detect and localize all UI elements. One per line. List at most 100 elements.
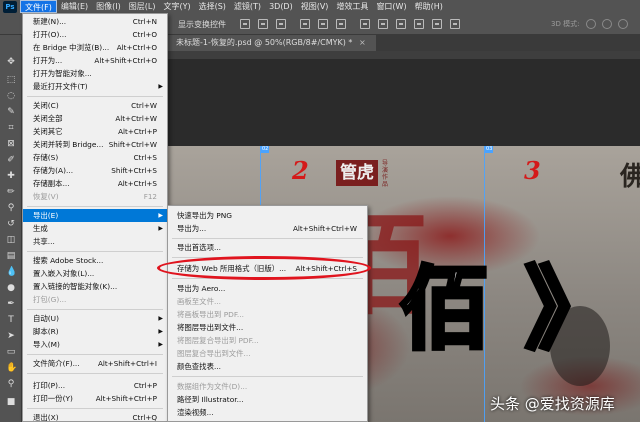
blur-tool-icon[interactable]: 💧 [6, 267, 17, 277]
color-swatches-icon[interactable]: ■ [6, 397, 16, 407]
distribute-right-icon[interactable] [450, 19, 460, 29]
submenu-arrow-icon: ▶ [158, 212, 163, 219]
path-select-tool-icon[interactable]: ➤ [6, 331, 16, 341]
gradient-tool-icon[interactable]: ▤ [6, 251, 16, 261]
guide-label: 03 [485, 146, 494, 153]
photoshop-logo-icon[interactable]: Ps [3, 0, 17, 13]
menu-item-paths-to-illustrator[interactable]: 路径到 Illustrator... [168, 393, 367, 406]
menu-item-export-aero[interactable]: 导出为 Aero... [168, 282, 367, 295]
eyedropper-tool-icon[interactable]: ✐ [6, 155, 16, 165]
distribute-center-icon[interactable] [432, 19, 442, 29]
menu-item-export-preferences[interactable]: 导出首选项... [168, 241, 367, 254]
watermark: 头条 @爱找资源库 [490, 395, 615, 413]
menu-item-print[interactable]: 打印(P)... Ctrl+P [23, 379, 167, 392]
menu-item-close-go-bridge[interactable]: 关闭并转到 Bridge... Shift+Ctrl+W [23, 138, 167, 151]
menu-item-open-smart-object[interactable]: 打开为智能对象... [23, 67, 167, 80]
show-transform-controls-label[interactable]: 显示变换控件 [178, 19, 226, 30]
quick-select-tool-icon[interactable]: ✎ [6, 107, 16, 117]
menu-item-artboards-to-pdf: 将画板导出到 PDF... [177, 310, 244, 319]
menu-item-quick-export-png[interactable]: 快速导出为 PNG [168, 209, 367, 222]
menu-item-export-as[interactable]: 导出为... Alt+Shift+Ctrl+W [168, 222, 367, 235]
menu-edit[interactable]: 编辑(E) [57, 0, 92, 13]
dodge-tool-icon[interactable]: ● [6, 283, 16, 293]
menu-item-recent-files[interactable]: 最近打开文件(T) ▶ [23, 80, 167, 93]
hand-tool-icon[interactable]: ✋ [6, 363, 17, 373]
menu-item-share[interactable]: 共享... [23, 235, 167, 248]
menu-type[interactable]: 文字(Y) [159, 0, 194, 13]
3d-pan-icon[interactable] [618, 19, 628, 29]
menu-item-import[interactable]: 导入(M) ▶ [23, 338, 167, 351]
eraser-tool-icon[interactable]: ◫ [6, 235, 16, 245]
rectangle-tool-icon[interactable]: ▭ [6, 347, 16, 357]
menu-item-place-linked[interactable]: 置入链接的智能对象(K)... [23, 280, 167, 293]
align-center-icon[interactable] [258, 19, 268, 29]
menu-item-generate[interactable]: 生成 ▶ [23, 222, 167, 235]
menu-item-color-lookup-tables[interactable]: 颜色查找表... [168, 360, 367, 373]
menu-file[interactable]: 文件(F) [20, 0, 57, 13]
menu-item-save[interactable]: 存储(S) Ctrl+S [23, 151, 167, 164]
distribute-left-icon[interactable] [414, 19, 424, 29]
menu-item-export[interactable]: 导出(E) ▶ [23, 209, 167, 222]
menu-separator [27, 251, 163, 252]
distribute-top-icon[interactable] [360, 19, 370, 29]
menu-3d[interactable]: 3D(D) [265, 0, 297, 13]
menu-item-close-others[interactable]: 关闭其它 Alt+Ctrl+P [23, 125, 167, 138]
menu-item-exit[interactable]: 退出(X) Ctrl+Q [23, 411, 167, 422]
3d-rotate-icon[interactable] [586, 19, 596, 29]
clone-stamp-icon[interactable]: ⚲ [6, 203, 16, 213]
calligraphy-char-2: 》 [523, 254, 617, 364]
menu-item-layers-to-files[interactable]: 将图层导出到文件... [168, 321, 367, 334]
menu-window[interactable]: 窗口(W) [372, 0, 410, 13]
type-tool-icon[interactable]: T [6, 315, 16, 325]
brush-tool-icon[interactable]: ✏ [6, 187, 16, 197]
seal-side-text: 导演作品 [382, 160, 389, 188]
menu-item-automate[interactable]: 自动(U) ▶ [23, 312, 167, 325]
frame-tool-icon[interactable]: ⊠ [6, 139, 16, 149]
menu-filter[interactable]: 滤镜(T) [230, 0, 265, 13]
menu-item-new[interactable]: 新建(N)... Ctrl+N [23, 15, 167, 28]
annotation-number-3: 3 [524, 156, 541, 185]
menu-item-file-info[interactable]: 文件简介(F)... Alt+Shift+Ctrl+I [23, 357, 167, 370]
menu-item-render-video[interactable]: 渲染视频... [168, 406, 367, 419]
history-brush-icon[interactable]: ↺ [6, 219, 16, 229]
menu-image[interactable]: 图像(I) [92, 0, 125, 13]
menu-item-place-embedded[interactable]: 置入嵌入对象(L)... [23, 267, 167, 280]
menu-layer[interactable]: 图层(L) [125, 0, 160, 13]
menu-item-save-copy[interactable]: 存储副本... Alt+Ctrl+S [23, 177, 167, 190]
lasso-tool-icon[interactable]: ◌ [6, 91, 16, 101]
document-tab[interactable]: 未标题-1-恢复的.psd @ 50%(RGB/8#/CMYK) * × [168, 35, 376, 51]
menu-help[interactable]: 帮助(H) [411, 0, 447, 13]
menu-item-print-one-copy[interactable]: 打印一份(Y) Alt+Shift+Ctrl+P [23, 392, 167, 405]
menu-item-layer-comps-to-pdf: 将图层复合导出到 PDF... [177, 336, 259, 345]
menu-item-close-all[interactable]: 关闭全部 Alt+Ctrl+W [23, 112, 167, 125]
menu-item-save-as[interactable]: 存储为(A)... Shift+Ctrl+S [23, 164, 167, 177]
menu-item-open-as[interactable]: 打开为... Alt+Shift+Ctrl+O [23, 54, 167, 67]
move-tool-icon[interactable]: ✥ [6, 57, 16, 67]
menu-item-search-adobe-stock[interactable]: 搜索 Adobe Stock... [23, 254, 167, 267]
distribute-bottom-icon[interactable] [396, 19, 406, 29]
menu-item-data-sets-as-files: 数据组作为文件(D)... [177, 382, 248, 391]
align-top-icon[interactable] [300, 19, 310, 29]
crop-tool-icon[interactable]: ⌗ [6, 123, 16, 133]
zoom-tool-icon[interactable]: ⚲ [6, 379, 16, 389]
annotation-highlight-oval [157, 256, 371, 280]
align-bottom-icon[interactable] [336, 19, 346, 29]
menu-plugins[interactable]: 增效工具 [332, 0, 372, 13]
menu-select[interactable]: 选择(S) [195, 0, 230, 13]
align-left-icon[interactable] [240, 19, 250, 29]
distribute-middle-icon[interactable] [378, 19, 388, 29]
menu-view[interactable]: 视图(V) [297, 0, 333, 13]
healing-brush-icon[interactable]: ✚ [6, 171, 16, 181]
close-tab-icon[interactable]: × [359, 38, 366, 47]
menu-item-close[interactable]: 关闭(C) Ctrl+W [23, 99, 167, 112]
annotation-number-2: 2 [292, 156, 309, 185]
menu-separator [27, 96, 163, 97]
menu-item-open[interactable]: 打开(O)... Ctrl+O [23, 28, 167, 41]
align-right-icon[interactable] [276, 19, 286, 29]
pen-tool-icon[interactable]: ✒ [6, 299, 16, 309]
menu-item-scripts[interactable]: 脚本(R) ▶ [23, 325, 167, 338]
align-middle-icon[interactable] [318, 19, 328, 29]
menu-item-browse-bridge[interactable]: 在 Bridge 中浏览(B)... Alt+Ctrl+O [23, 41, 167, 54]
marquee-tool-icon[interactable]: ⬚ [6, 75, 16, 85]
3d-roll-icon[interactable] [602, 19, 612, 29]
